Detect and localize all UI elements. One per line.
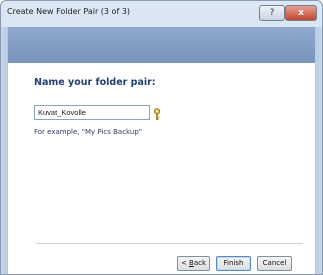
window-frame-left	[1, 27, 8, 274]
dialog-window: Create New Folder Pair (3 of 3) ? x Name…	[0, 0, 323, 275]
back-label-rest: ack	[193, 259, 207, 267]
example-hint: For example, "My Pics Backup"	[34, 128, 142, 136]
finish-button[interactable]: Finish	[216, 256, 251, 271]
window-title: Create New Folder Pair (3 of 3)	[7, 7, 131, 16]
help-button[interactable]: ?	[259, 5, 285, 21]
back-label-prefix: <	[180, 259, 190, 267]
page-heading: Name your folder pair:	[34, 77, 156, 88]
wizard-header-band	[8, 27, 315, 63]
back-button[interactable]: < Back	[177, 256, 210, 271]
footer-divider	[36, 243, 303, 245]
cancel-button[interactable]: Cancel	[257, 256, 292, 271]
key-icon	[153, 106, 161, 121]
title-bar[interactable]: Create New Folder Pair (3 of 3) ? x	[1, 1, 322, 27]
window-frame-right	[315, 27, 322, 274]
wizard-content: Name your folder pair: For example, "My …	[8, 63, 315, 274]
close-button[interactable]: x	[285, 5, 317, 21]
folder-pair-name-input[interactable]	[34, 105, 150, 120]
